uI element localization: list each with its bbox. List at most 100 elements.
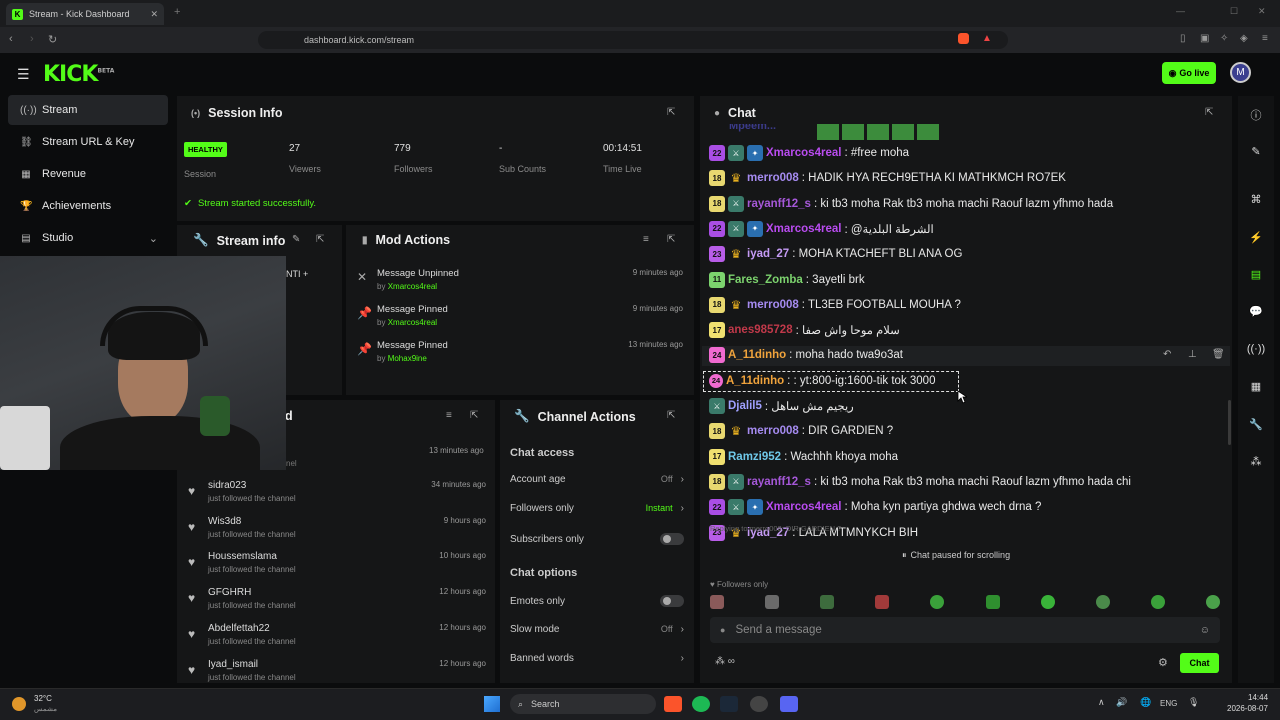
sidebar-item-stream-url-key[interactable]: ⛓ Stream URL & Key bbox=[8, 127, 168, 157]
chat-message[interactable]: ⚔ Djalil5: ريجيم مش ساهل bbox=[709, 396, 854, 416]
emote-icon[interactable] bbox=[1205, 595, 1220, 609]
chat-message[interactable]: 11 Fares_Zomba: 3ayetli brk bbox=[709, 270, 865, 290]
popout-icon[interactable]: ⇱ bbox=[316, 234, 324, 245]
brave-taskbar-icon[interactable] bbox=[664, 696, 682, 712]
info-icon[interactable]: ⓘ bbox=[1246, 107, 1266, 123]
taskbar-search[interactable]: ⌕ Search bbox=[510, 694, 656, 714]
gear-icon[interactable]: ⚙ bbox=[1158, 656, 1168, 669]
chat-username[interactable]: rayanff12_s bbox=[747, 198, 811, 210]
followers-only-row[interactable]: Followers only Instant › bbox=[510, 503, 684, 514]
popout-icon[interactable]: ⇱ bbox=[667, 234, 675, 245]
chat-username[interactable]: rayanff12_s bbox=[747, 476, 811, 488]
chat-username[interactable]: merro008 bbox=[747, 172, 799, 184]
chat-username[interactable]: Djalil5 bbox=[728, 400, 762, 412]
chat-message[interactable]: 22 ⚔ ✦ Xmarcos4real: Moha kyn partiya ghdwa… bbox=[709, 497, 1041, 517]
browser-tab[interactable]: K Stream - Kick Dashboard ✕ bbox=[6, 3, 164, 25]
document-icon[interactable]: ▤ bbox=[1246, 268, 1266, 281]
popout-icon[interactable]: ⇱ bbox=[1205, 107, 1213, 118]
scan-icon[interactable]: ⌘ bbox=[1246, 193, 1266, 206]
maximize-icon[interactable]: ☐ bbox=[1230, 6, 1238, 17]
slow-mode-row[interactable]: Slow mode Off › bbox=[510, 624, 684, 635]
sidebar-item-achievements[interactable]: 🏆 Achievements bbox=[8, 191, 168, 221]
emote-icon[interactable] bbox=[765, 595, 780, 609]
close-window-icon[interactable]: ✕ bbox=[1258, 6, 1266, 17]
emote-icon[interactable] bbox=[930, 595, 945, 609]
chat-username[interactable]: Ramzi952 bbox=[728, 451, 781, 463]
language-indicator[interactable]: ENG bbox=[1160, 699, 1177, 708]
chat-message[interactable]: 24 A_11dinho: : yt:800-ig:1600-tik tok 30… bbox=[709, 371, 935, 391]
kick-logo[interactable]: KICKBETA bbox=[43, 62, 114, 87]
chat-username[interactable]: A_11dinho bbox=[726, 375, 784, 387]
sidebar-item-stream[interactable]: ((·)) Stream bbox=[8, 95, 168, 125]
chat-message[interactable]: 24 A_11dinho: moha hado twa9o3at bbox=[709, 345, 903, 365]
filter-icon[interactable]: ≡ bbox=[643, 234, 649, 245]
chat-message[interactable]: 17 anes985728: سلام موحا واش صفا bbox=[709, 320, 900, 340]
chat-message[interactable]: 17 Ramzi952: Wachhh khoya moha bbox=[709, 447, 898, 467]
chat-message[interactable]: 18 ⚔ rayanff12_s: ki tb3 moha Rak tb3 moha… bbox=[709, 472, 1131, 492]
chat-scrollbar[interactable] bbox=[1228, 400, 1231, 445]
layout-icon[interactable]: ▦ bbox=[1246, 380, 1266, 393]
chat-message[interactable]: 18 ♛ merro008: TL3EB FOOTBALL MOUHA ? bbox=[709, 295, 961, 315]
chat-send-button[interactable]: Chat bbox=[1180, 653, 1219, 673]
chat-username[interactable]: merro008 bbox=[747, 425, 799, 437]
wrench-icon[interactable]: 🔧 bbox=[1246, 418, 1266, 431]
reload-icon[interactable]: ↻ bbox=[48, 33, 57, 46]
chat-paused-indicator[interactable]: ⏸ Chat paused for scrolling bbox=[902, 550, 1010, 561]
tray-chevron-icon[interactable]: ∧ bbox=[1098, 697, 1105, 708]
chat-username[interactable]: Xmarcos4real bbox=[766, 147, 841, 159]
chat-message[interactable]: 22 ⚔ ✦ Xmarcos4real: @الشرطة البلدية bbox=[709, 219, 934, 239]
chat-username[interactable]: Xmarcos4real bbox=[766, 223, 841, 235]
minimize-icon[interactable]: — bbox=[1176, 6, 1185, 16]
emote-icon[interactable] bbox=[1095, 595, 1110, 609]
points-icon[interactable]: ⁂ ∞ bbox=[715, 656, 735, 667]
chat-username[interactable]: iyad_27 bbox=[747, 248, 789, 260]
network-icon[interactable]: 🌐 bbox=[1140, 697, 1151, 708]
brave-shield-icon[interactable] bbox=[958, 33, 969, 44]
chat-message[interactable]: 23 ♛ iyad_27: MOHA KTACHEFT BLI ANA OG bbox=[709, 244, 962, 264]
sidebar-item-studio[interactable]: ▤ Studio ⌄ bbox=[8, 223, 168, 253]
windows-start-icon[interactable] bbox=[484, 696, 500, 712]
popout-icon[interactable]: ⇱ bbox=[667, 410, 675, 421]
new-tab-icon[interactable]: + bbox=[174, 6, 180, 18]
emoji-icon[interactable]: ☺ bbox=[1200, 625, 1210, 636]
forward-icon[interactable]: › bbox=[30, 33, 34, 45]
chat-message[interactable]: 18 ⚔ rayanff12_s: ki tb3 moha Rak tb3 moha… bbox=[709, 194, 1113, 214]
chat-username[interactable]: Xmarcos4real bbox=[766, 501, 841, 513]
subscribers-only-toggle[interactable] bbox=[660, 533, 684, 545]
filter-icon[interactable]: ≡ bbox=[446, 410, 452, 421]
rewards-icon[interactable]: ▲ bbox=[982, 33, 992, 44]
sidebar-item-revenue[interactable]: ▦ Revenue bbox=[8, 159, 168, 189]
emote-icon[interactable] bbox=[985, 595, 1000, 609]
pin-icon[interactable]: ⊥ bbox=[1188, 349, 1197, 360]
popout-icon[interactable]: ⇱ bbox=[470, 410, 478, 421]
back-icon[interactable]: ‹ bbox=[9, 33, 13, 45]
discord-taskbar-icon[interactable] bbox=[780, 696, 798, 712]
hamburger-icon[interactable]: ☰ bbox=[17, 66, 30, 83]
chat-message[interactable]: 18 ♛ merro008: DIR GARDIEN ? bbox=[709, 421, 893, 441]
avatar[interactable]: M bbox=[1230, 62, 1251, 83]
wallet-icon[interactable]: ▣ bbox=[1200, 33, 1209, 44]
emotes-only-toggle[interactable] bbox=[660, 595, 684, 607]
leo-icon[interactable]: ✧ bbox=[1220, 33, 1228, 44]
chat-username[interactable]: Fares_Zomba bbox=[728, 274, 803, 286]
url-field[interactable]: dashboard.kick.com/stream bbox=[258, 31, 1008, 49]
mic-icon[interactable]: 🎙 bbox=[1188, 697, 1199, 708]
chat-username[interactable]: anes985728 bbox=[728, 324, 793, 336]
obs-taskbar-icon[interactable] bbox=[750, 696, 768, 712]
send-message-input[interactable]: ● Send a message ☺ bbox=[710, 617, 1220, 643]
banned-words-row[interactable]: Banned words › bbox=[510, 653, 684, 664]
delete-icon[interactable]: 🗑 bbox=[1212, 349, 1225, 360]
account-age-row[interactable]: Account age Off › bbox=[510, 474, 684, 485]
pencil-icon[interactable]: ✎ bbox=[1246, 145, 1266, 158]
edit-icon[interactable]: ✎ bbox=[292, 234, 300, 245]
weather-sun-icon[interactable] bbox=[12, 697, 26, 711]
chat-message[interactable]: 18 ♛ merro008: HADIK HYA RECH9ETHA KI MATH… bbox=[709, 168, 1066, 188]
popout-icon[interactable]: ⇱ bbox=[667, 107, 675, 118]
spotify-taskbar-icon[interactable] bbox=[692, 696, 710, 712]
chat-icon[interactable]: 💬 bbox=[1246, 305, 1266, 318]
chat-username[interactable]: merro008 bbox=[747, 299, 799, 311]
chat-message[interactable]: 22 ⚔ ✦ Xmarcos4real: #free moha bbox=[709, 143, 909, 163]
go-live-button[interactable]: ◉ Go live bbox=[1162, 62, 1216, 84]
chat-username[interactable]: A_11dinho bbox=[728, 349, 786, 361]
volume-icon[interactable]: 🔊 bbox=[1116, 697, 1127, 708]
